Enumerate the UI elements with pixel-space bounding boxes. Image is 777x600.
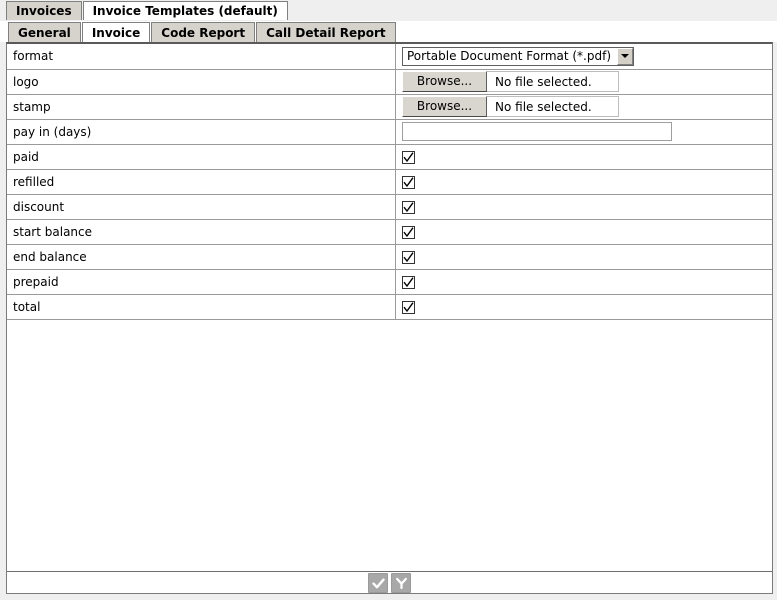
table-row: stamp Browse... No file selected. — [7, 94, 772, 120]
row-label-end-balance: end balance — [7, 244, 396, 270]
check-icon — [371, 577, 385, 588]
row-label-prepaid: prepaid — [7, 269, 396, 295]
inner-tab-call-detail-report[interactable]: Call Detail Report — [256, 22, 396, 42]
application-window: Invoices Invoice Templates (default) Gen… — [0, 0, 777, 600]
inner-tab-strip: General Invoice Code Report Call Detail … — [0, 21, 777, 42]
row-label-stamp: stamp — [7, 94, 396, 120]
row-label-total: total — [7, 294, 396, 320]
table-row: logo Browse... No file selected. — [7, 69, 772, 95]
outer-tab-invoice-templates[interactable]: Invoice Templates (default) — [82, 1, 288, 20]
revert-icon — [395, 577, 407, 589]
check-icon — [403, 226, 414, 237]
total-checkbox[interactable] — [402, 300, 415, 314]
row-value-logo: Browse... No file selected. — [395, 69, 772, 95]
table-row: refilled — [7, 169, 772, 195]
check-icon — [403, 176, 414, 187]
invoice-properties-table: format Portable Document Format (*.pdf) … — [7, 44, 772, 320]
inner-tab-general-label: General — [18, 26, 71, 40]
row-label-paid: paid — [7, 144, 396, 170]
row-value-total — [395, 294, 772, 320]
row-value-stamp: Browse... No file selected. — [395, 94, 772, 120]
paid-checkbox[interactable] — [402, 150, 415, 164]
apply-button[interactable] — [368, 573, 388, 593]
table-row: start balance — [7, 219, 772, 245]
row-label-start-balance: start balance — [7, 219, 396, 245]
outer-tab-invoice-templates-label: Invoice Templates (default) — [92, 4, 278, 18]
table-row: pay in (days) — [7, 119, 772, 145]
check-icon — [403, 251, 414, 262]
start-balance-checkbox[interactable] — [402, 225, 415, 239]
format-select[interactable]: Portable Document Format (*.pdf) — [402, 46, 635, 66]
row-label-discount: discount — [7, 194, 396, 220]
chevron-down-icon[interactable] — [617, 47, 634, 65]
check-icon — [403, 201, 414, 212]
bottom-toolbar — [7, 572, 772, 593]
check-icon — [403, 276, 414, 287]
row-label-format: format — [7, 44, 396, 70]
inner-tab-call-detail-report-label: Call Detail Report — [266, 26, 386, 40]
end-balance-checkbox[interactable] — [402, 250, 415, 264]
table-row: prepaid — [7, 269, 772, 295]
table-row: paid — [7, 144, 772, 170]
row-value-prepaid — [395, 269, 772, 295]
inner-tab-general[interactable]: General — [8, 22, 81, 42]
check-icon — [403, 151, 414, 162]
stamp-file-picker: Browse... No file selected. — [402, 96, 619, 117]
outer-tab-strip: Invoices Invoice Templates (default) — [0, 0, 777, 20]
table-row: discount — [7, 194, 772, 220]
row-value-start-balance — [395, 219, 772, 245]
inner-tab-code-report[interactable]: Code Report — [151, 22, 256, 42]
row-label-logo: logo — [7, 69, 396, 95]
check-icon — [403, 301, 414, 312]
row-value-pay-in-days — [395, 119, 772, 145]
logo-file-status: No file selected. — [487, 71, 619, 92]
table-row: end balance — [7, 244, 772, 270]
logo-file-picker: Browse... No file selected. — [402, 71, 619, 92]
row-value-discount — [395, 194, 772, 220]
inner-tab-invoice-label: Invoice — [91, 26, 141, 40]
logo-browse-button[interactable]: Browse... — [402, 71, 487, 92]
row-value-end-balance — [395, 244, 772, 270]
row-value-refilled — [395, 169, 772, 195]
prepaid-checkbox[interactable] — [402, 275, 415, 289]
row-value-paid — [395, 144, 772, 170]
stamp-file-status: No file selected. — [487, 96, 619, 117]
table-row: total — [7, 294, 772, 320]
stamp-browse-button[interactable]: Browse... — [402, 96, 487, 117]
outer-tab-invoices-label: Invoices — [16, 4, 72, 18]
format-select-value: Portable Document Format (*.pdf) — [407, 48, 612, 63]
refilled-checkbox[interactable] — [402, 175, 415, 189]
row-value-format: Portable Document Format (*.pdf) — [395, 44, 772, 70]
inner-tab-code-report-label: Code Report — [161, 26, 246, 40]
discount-checkbox[interactable] — [402, 200, 415, 214]
row-label-pay-in-days: pay in (days) — [7, 119, 396, 145]
outer-tab-invoices[interactable]: Invoices — [6, 1, 82, 20]
table-row: format Portable Document Format (*.pdf) — [7, 44, 772, 70]
row-label-refilled: refilled — [7, 169, 396, 195]
revert-button[interactable] — [391, 573, 411, 593]
inner-tab-invoice[interactable]: Invoice — [81, 22, 151, 42]
pay-in-days-input[interactable] — [402, 122, 672, 141]
invoice-settings-panel: format Portable Document Format (*.pdf) … — [6, 42, 773, 594]
